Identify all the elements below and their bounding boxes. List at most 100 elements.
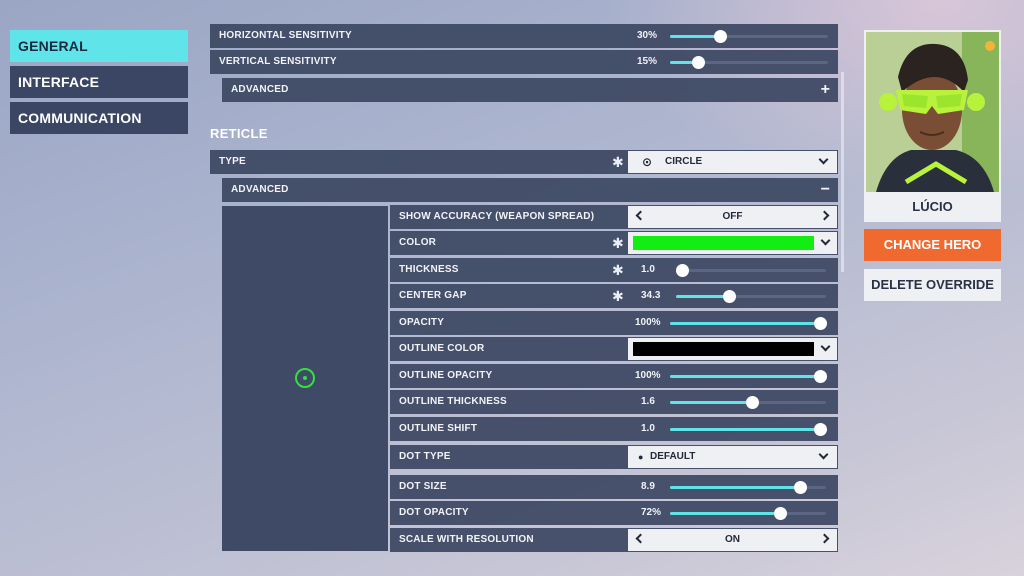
collapse-minus-icon[interactable]: − [821,178,830,202]
reticle-preview-dot [303,376,307,380]
dot-opacity-label: DOT OPACITY [399,507,469,518]
row-vertical-sensitivity: VERTICAL SENSITIVITY 15% [210,50,838,74]
center-gap-value: 34.3 [641,290,661,301]
vertical-sensitivity-label: VERTICAL SENSITIVITY [219,56,337,67]
slider-knob[interactable] [692,56,705,69]
change-hero-button[interactable]: CHANGE HERO [864,229,1001,261]
delete-override-button[interactable]: DELETE OVERRIDE [864,269,1001,301]
outline-color-picker[interactable] [628,338,837,360]
chevron-down-icon [820,235,831,246]
outline-shift-slider[interactable] [670,423,827,436]
dot-size-value: 8.9 [641,481,655,492]
outline-shift-label: OUTLINE SHIFT [399,423,478,434]
chevron-down-icon [818,154,829,165]
slider-knob[interactable] [774,507,787,520]
scale-resolution-label: SCALE WITH RESOLUTION [399,534,534,545]
sensitivity-advanced-label: ADVANCED [231,84,289,95]
row-outline-shift: OUTLINE SHIFT 1.0 [390,417,838,441]
hero-portrait-art [866,32,999,192]
outline-shift-value: 1.0 [641,423,655,434]
dot-size-label: DOT SIZE [399,481,447,492]
row-dot-type: DOT TYPE ● DEFAULT [390,445,838,469]
row-reticle-advanced[interactable]: ADVANCED − [222,178,838,202]
nav-general[interactable]: GENERAL [10,30,188,62]
asterisk-icon: ✱ [612,262,624,278]
expand-plus-icon[interactable]: + [821,78,830,102]
row-outline-thickness: OUTLINE THICKNESS 1.6 [390,390,838,414]
circle-type-icon: ⊙ [642,155,653,169]
slider-knob[interactable] [676,264,689,277]
scale-resolution-toggle[interactable]: ON [628,529,837,551]
row-dot-opacity: DOT OPACITY 72% [390,501,838,525]
dot-type-label: DOT TYPE [399,451,451,462]
color-swatch [633,236,814,250]
outline-thickness-value: 1.6 [641,396,655,407]
outline-thickness-label: OUTLINE THICKNESS [399,396,507,407]
opacity-label: OPACITY [399,317,445,328]
row-scale-resolution: SCALE WITH RESOLUTION ON [390,528,838,552]
horizontal-sensitivity-value: 30% [637,30,658,41]
slider-knob[interactable] [714,30,727,43]
dot-size-slider[interactable] [670,481,826,494]
opacity-slider[interactable] [670,317,827,330]
color-picker[interactable] [628,232,837,254]
horizontal-sensitivity-label: HORIZONTAL SENSITIVITY [219,30,352,41]
nav-communication[interactable]: COMMUNICATION [10,102,188,134]
outline-opacity-label: OUTLINE OPACITY [399,370,493,381]
outline-opacity-slider[interactable] [670,370,827,383]
reticle-preview [222,206,388,551]
row-center-gap: CENTER GAP ✱ 34.3 [390,284,838,308]
hero-card: LÚCIO [864,30,1001,222]
reticle-type-value: CIRCLE [665,156,703,167]
asterisk-icon: ✱ [612,235,624,251]
slider-knob[interactable] [814,370,827,383]
outline-thickness-slider[interactable] [670,396,826,409]
dot-icon: ● [638,452,644,462]
chevron-down-icon [820,341,831,352]
dot-opacity-slider[interactable] [670,507,826,520]
reticle-advanced-label: ADVANCED [231,184,289,195]
outline-opacity-value: 100% [635,370,661,381]
reticle-type-label: TYPE [219,156,246,167]
chevron-down-icon [818,449,829,460]
scale-resolution-value: ON [725,534,740,545]
reticle-preview-circle [295,368,315,388]
outline-color-swatch [633,342,814,356]
thickness-label: THICKNESS [399,264,459,275]
row-horizontal-sensitivity: HORIZONTAL SENSITIVITY 30% [210,24,838,48]
show-accuracy-label: SHOW ACCURACY (WEAPON SPREAD) [399,211,595,222]
horizontal-sensitivity-slider[interactable] [670,30,828,43]
row-opacity: OPACITY 100% [390,311,838,335]
vertical-sensitivity-slider[interactable] [670,56,828,69]
row-outline-opacity: OUTLINE OPACITY 100% [390,364,838,388]
show-accuracy-toggle[interactable]: OFF [628,206,837,228]
row-sensitivity-advanced[interactable]: ADVANCED + [222,78,838,102]
opacity-value: 100% [635,317,661,328]
settings-nav: GENERAL INTERFACE COMMUNICATION [10,30,188,138]
slider-knob[interactable] [794,481,807,494]
thickness-value: 1.0 [641,264,655,275]
asterisk-icon: ✱ [612,288,624,304]
row-show-accuracy: SHOW ACCURACY (WEAPON SPREAD) OFF [390,205,838,229]
row-color: COLOR ✱ [390,231,838,255]
slider-knob[interactable] [814,317,827,330]
vertical-sensitivity-value: 15% [637,56,658,67]
reticle-section-title: RETICLE [210,126,268,141]
asterisk-icon: ✱ [612,154,624,170]
color-label: COLOR [399,237,437,248]
scrollbar[interactable] [841,72,844,272]
slider-knob[interactable] [746,396,759,409]
slider-knob[interactable] [814,423,827,436]
row-reticle-type: TYPE ✱ ⊙ CIRCLE [210,150,838,174]
reticle-type-dropdown[interactable]: ⊙ CIRCLE [628,151,837,173]
row-thickness: THICKNESS ✱ 1.0 [390,258,838,282]
show-accuracy-value: OFF [722,211,743,222]
center-gap-label: CENTER GAP [399,290,467,301]
dot-type-dropdown[interactable]: ● DEFAULT [628,446,837,468]
row-dot-size: DOT SIZE 8.9 [390,475,838,499]
row-outline-color: OUTLINE COLOR [390,337,838,361]
center-gap-slider[interactable] [676,290,826,303]
nav-interface[interactable]: INTERFACE [10,66,188,98]
slider-knob[interactable] [723,290,736,303]
thickness-slider[interactable] [676,264,826,277]
